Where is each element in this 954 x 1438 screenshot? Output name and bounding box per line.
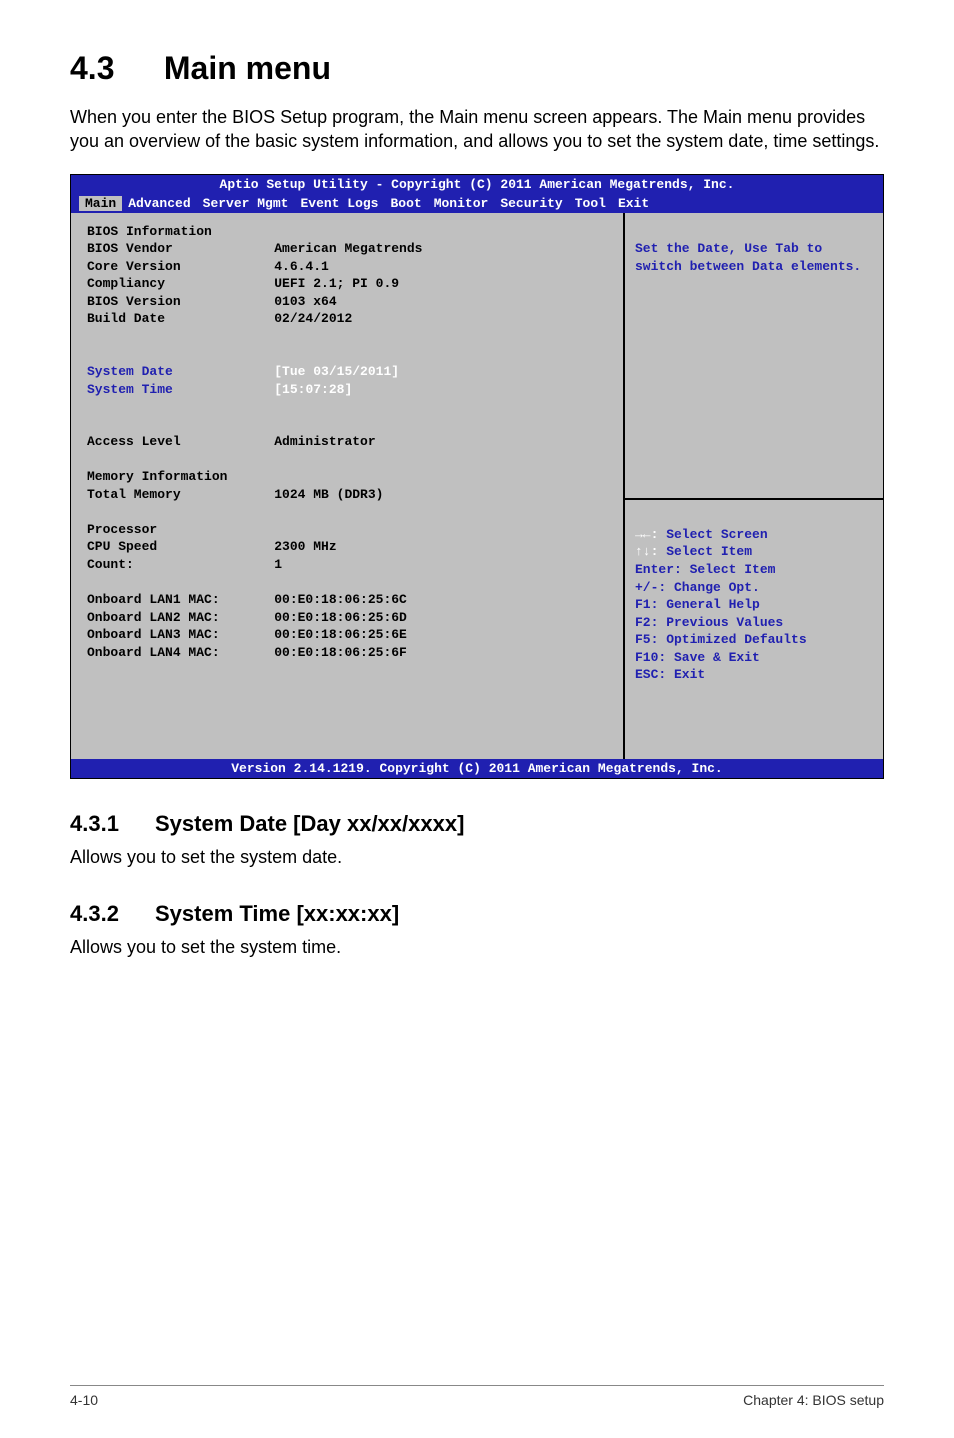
bios-header: Aptio Setup Utility - Copyright (C) 2011…	[71, 175, 883, 194]
bios-screenshot: Aptio Setup Utility - Copyright (C) 2011…	[70, 174, 884, 779]
section-number: 4.3	[70, 50, 155, 87]
section-heading: 4.3 Main menu	[70, 50, 884, 87]
page-number: 4-10	[70, 1392, 98, 1408]
subsection-heading: 4.3.2System Time [xx:xx:xx]	[70, 901, 884, 927]
subsection-number: 4.3.1	[70, 811, 155, 837]
bios-tab-bar: MainAdvancedServer MgmtEvent LogsBootMon…	[71, 194, 883, 213]
bios-tab-monitor[interactable]: Monitor	[428, 196, 495, 211]
chapter-label: Chapter 4: BIOS setup	[743, 1392, 884, 1408]
bios-tab-exit[interactable]: Exit	[612, 196, 655, 211]
subsection-heading: 4.3.1System Date [Day xx/xx/xxxx]	[70, 811, 884, 837]
bios-tab-event-logs[interactable]: Event Logs	[294, 196, 384, 211]
bios-tab-advanced[interactable]: Advanced	[122, 196, 196, 211]
bios-key-legend: →←: Select Screen ↑↓: Select Item Enter:…	[635, 526, 873, 684]
subsection-title: System Time [xx:xx:xx]	[155, 901, 399, 926]
subsection-text: Allows you to set the system date.	[70, 845, 884, 869]
bios-help-text: Set the Date, Use Tab to switch between …	[635, 240, 873, 275]
page-footer: 4-10 Chapter 4: BIOS setup	[70, 1385, 884, 1408]
bios-side-divider	[625, 498, 883, 500]
bios-tab-main[interactable]: Main	[79, 196, 122, 211]
bios-tab-boot[interactable]: Boot	[384, 196, 427, 211]
subsection-title: System Date [Day xx/xx/xxxx]	[155, 811, 464, 836]
subsection-number: 4.3.2	[70, 901, 155, 927]
bios-tab-security[interactable]: Security	[494, 196, 568, 211]
section-title-text: Main menu	[164, 50, 331, 86]
bios-main-pane: BIOS Information BIOS Vendor American Me…	[71, 213, 623, 759]
subsection-text: Allows you to set the system time.	[70, 935, 884, 959]
bios-footer: Version 2.14.1219. Copyright (C) 2011 Am…	[71, 759, 883, 778]
bios-tab-tool[interactable]: Tool	[569, 196, 612, 211]
bios-body: BIOS Information BIOS Vendor American Me…	[71, 213, 883, 759]
bios-help-pane: Set the Date, Use Tab to switch between …	[623, 213, 883, 759]
bios-tab-server-mgmt[interactable]: Server Mgmt	[197, 196, 295, 211]
intro-paragraph: When you enter the BIOS Setup program, t…	[70, 105, 884, 154]
